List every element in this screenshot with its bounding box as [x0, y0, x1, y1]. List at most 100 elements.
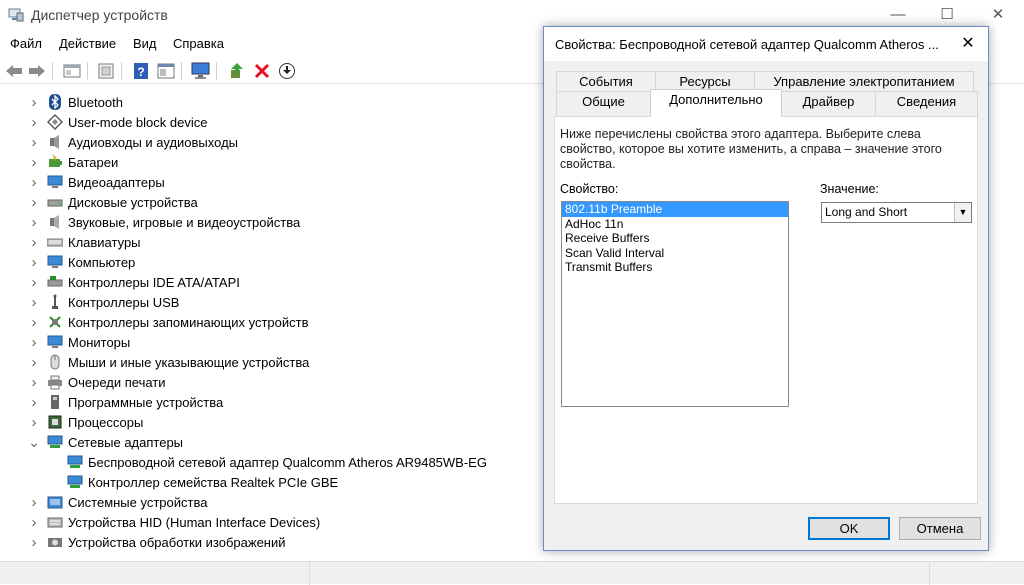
tab-details[interactable]: Сведения [875, 91, 978, 116]
processor-icon [47, 414, 63, 430]
dialog-title-bar: Свойства: Беспроводной сетевой адаптер Q… [544, 27, 988, 61]
chevron-right-icon[interactable]: › [27, 114, 41, 131]
tree-category-item[interactable]: › Мониторы [27, 332, 131, 352]
tree-item-label: Клавиатуры [68, 234, 141, 250]
menu-help[interactable]: Справка [173, 36, 224, 51]
tree-device-item[interactable]: Контроллер семейства Realtek PCIe GBE [49, 472, 338, 492]
property-list-item[interactable]: AdHoc 11n [562, 217, 788, 232]
disable-icon[interactable] [276, 60, 298, 82]
tree-device-item[interactable]: Беспроводной сетевой адаптер Qualcomm At… [49, 452, 487, 472]
monitor-scan-icon[interactable] [190, 60, 212, 82]
status-part [0, 562, 310, 585]
chevron-right-icon[interactable]: › [27, 394, 41, 411]
dialog-close-button[interactable]: ✕ [956, 33, 980, 55]
tree-category-item[interactable]: › Контроллеры запоминающих устройств [27, 312, 309, 332]
disk-drive-icon [47, 194, 63, 210]
tree-category-item[interactable]: › Аудиовходы и аудиовыходы [27, 132, 239, 152]
sound-icon [47, 214, 63, 230]
tree-category-item[interactable]: › Bluetooth [27, 92, 123, 112]
forward-arrow-icon[interactable] [26, 60, 48, 82]
help-book-icon[interactable] [95, 60, 117, 82]
tree-category-item[interactable]: › Системные устройства [27, 492, 208, 512]
tree-category-item[interactable]: › Контроллеры IDE ATA/ATAPI [27, 272, 240, 292]
monitor-icon [47, 334, 63, 350]
close-button[interactable]: ✕ [983, 4, 1013, 26]
chevron-right-icon[interactable]: › [27, 354, 41, 371]
chevron-right-icon[interactable]: › [27, 234, 41, 251]
ok-button[interactable]: OK [808, 517, 890, 540]
property-listbox[interactable]: 802.11b Preamble AdHoc 11n Receive Buffers… [561, 201, 789, 407]
maximize-button[interactable]: ☐ [932, 4, 962, 26]
usb-icon [47, 294, 63, 310]
chevron-right-icon[interactable]: › [27, 254, 41, 271]
chevron-down-icon[interactable]: ⌄ [27, 435, 41, 449]
chevron-right-icon[interactable]: › [27, 334, 41, 351]
tree-category-item[interactable]: › Видеоадаптеры [27, 172, 165, 192]
property-list-item[interactable]: 802.11b Preamble [562, 202, 788, 217]
device-manager-icon [8, 8, 24, 22]
tree-category-item[interactable]: › Дисковые устройства [27, 192, 198, 212]
tab-driver[interactable]: Драйвер [781, 91, 876, 116]
menu-file[interactable]: Файл [10, 36, 42, 51]
value-dropdown[interactable]: Long and Short ▼ [821, 202, 972, 223]
update-driver-icon[interactable] [226, 60, 248, 82]
chevron-right-icon[interactable]: › [27, 214, 41, 231]
printer-icon [47, 374, 63, 390]
chevron-right-icon[interactable]: › [27, 154, 41, 171]
tree-category-item[interactable]: › Программные устройства [27, 392, 224, 412]
minimize-button[interactable]: — [883, 4, 913, 26]
back-arrow-icon[interactable] [3, 60, 25, 82]
tree-item-label: Мониторы [68, 334, 131, 350]
tree-category-item[interactable]: › Мыши и иные указывающие устройства [27, 352, 310, 372]
menu-view[interactable]: Вид [133, 36, 157, 51]
property-list-item[interactable]: Receive Buffers [562, 231, 788, 246]
uninstall-icon[interactable] [251, 60, 273, 82]
chevron-right-icon[interactable]: › [27, 414, 41, 431]
tree-category-item[interactable]: › Контроллеры USB [27, 292, 180, 312]
tab-resources[interactable]: Ресурсы [655, 71, 755, 91]
chevron-right-icon[interactable]: › [27, 94, 41, 111]
chevron-right-icon[interactable]: › [27, 174, 41, 191]
tree-item-label: Контроллеры IDE ATA/ATAPI [68, 274, 240, 290]
chevron-right-icon[interactable]: › [27, 294, 41, 311]
help-icon[interactable]: ? [130, 60, 152, 82]
tree-item-label: Контроллеры запоминающих устройств [68, 314, 309, 330]
chevron-right-icon[interactable]: › [27, 194, 41, 211]
tree-category-item[interactable]: › Процессоры [27, 412, 144, 432]
property-list-item[interactable]: Transmit Buffers [562, 260, 788, 275]
cancel-button[interactable]: Отмена [899, 517, 981, 540]
tab-events[interactable]: События [556, 71, 656, 91]
chevron-right-icon[interactable]: › [27, 274, 41, 291]
tab-general[interactable]: Общие [556, 91, 651, 116]
tree-item-label: Сетевые адаптеры [68, 434, 184, 450]
chevron-right-icon[interactable]: › [27, 534, 41, 551]
property-list-item[interactable]: Scan Valid Interval [562, 246, 788, 261]
tab-power-management[interactable]: Управление электропитанием [754, 71, 974, 91]
tree-category-item[interactable]: ⌄ Сетевые адаптеры [27, 432, 183, 452]
property-label: Свойство: [560, 182, 619, 196]
menu-action[interactable]: Действие [59, 36, 116, 51]
tree-category-item[interactable]: › Устройства обработки изображений [27, 532, 286, 552]
tree-category-item[interactable]: › Батареи [27, 152, 119, 172]
properties-icon[interactable] [61, 60, 83, 82]
properties-dialog: Свойства: Беспроводной сетевой адаптер Q… [543, 26, 989, 551]
chevron-right-icon[interactable]: › [27, 494, 41, 511]
tree-item-label: Контроллер семейства Realtek PCIe GBE [88, 474, 339, 490]
tree-category-item[interactable]: › Клавиатуры [27, 232, 141, 252]
view-icon[interactable] [155, 60, 177, 82]
chevron-right-icon[interactable]: › [27, 314, 41, 331]
tab-advanced[interactable]: Дополнительно [650, 89, 782, 117]
chevron-right-icon[interactable]: › [27, 514, 41, 531]
camera-icon [47, 534, 63, 550]
tree-item-label: Программные устройства [68, 394, 224, 410]
chevron-right-icon[interactable]: › [27, 134, 41, 151]
tree-category-item[interactable]: › Устройства HID (Human Interface Devices… [27, 512, 321, 532]
chevron-down-icon[interactable]: ▼ [954, 203, 971, 222]
status-bar [0, 561, 1024, 585]
chevron-right-icon[interactable]: › [27, 374, 41, 391]
keyboard-icon [46, 234, 64, 250]
tree-category-item[interactable]: › Звуковые, игровые и видеоустройства [27, 212, 301, 232]
tree-category-item[interactable]: › User-mode block device [27, 112, 208, 132]
tree-category-item[interactable]: › Компьютер [27, 252, 136, 272]
tree-category-item[interactable]: › Очереди печати [27, 372, 166, 392]
